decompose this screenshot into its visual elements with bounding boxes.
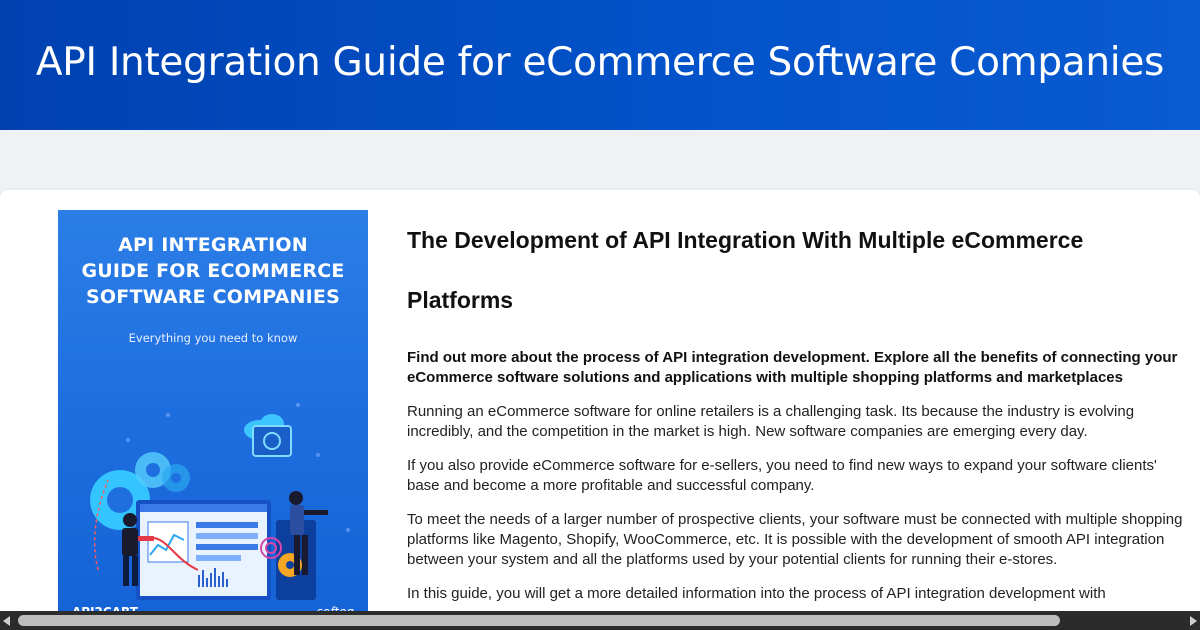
article-paragraph: If you also provide eCommerce software f… <box>407 457 1157 494</box>
cover-title: API INTEGRATION GUIDE FOR ECOMMERCE SOFT… <box>58 232 368 310</box>
cover-title-line: API INTEGRATION <box>118 234 308 256</box>
page-title: API Integration Guide for eCommerce Soft… <box>35 39 1165 85</box>
article-body: The Development of API Integration With … <box>407 220 1187 604</box>
cover-title-line: GUIDE FOR ECOMMERCE <box>81 260 345 282</box>
content-card: API INTEGRATION GUIDE FOR ECOMMERCE SOFT… <box>0 190 1200 630</box>
horizontal-scrollbar[interactable] <box>0 611 1200 630</box>
cover-title-line: SOFTWARE COMPANIES <box>86 286 340 308</box>
scrollbar-thumb[interactable] <box>18 615 1060 626</box>
article-lead: Find out more about the process of API i… <box>407 349 1178 386</box>
scroll-left-arrow-icon[interactable] <box>3 616 10 626</box>
scroll-right-arrow-icon[interactable] <box>1190 616 1197 626</box>
cover-illustration <box>90 403 350 600</box>
gear-icon <box>162 464 190 492</box>
cover-subtitle: Everything you need to know <box>128 331 298 345</box>
article-paragraph: Running an eCommerce software for online… <box>407 403 1135 440</box>
article-paragraph: In this guide, you will get a more detai… <box>407 585 1106 602</box>
guide-cover-image[interactable]: API INTEGRATION GUIDE FOR ECOMMERCE SOFT… <box>58 210 368 630</box>
article-paragraph: To meet the needs of a larger number of … <box>407 511 1183 568</box>
article-heading: The Development of API Integration With … <box>407 227 1084 313</box>
page-hero: API Integration Guide for eCommerce Soft… <box>0 0 1200 130</box>
